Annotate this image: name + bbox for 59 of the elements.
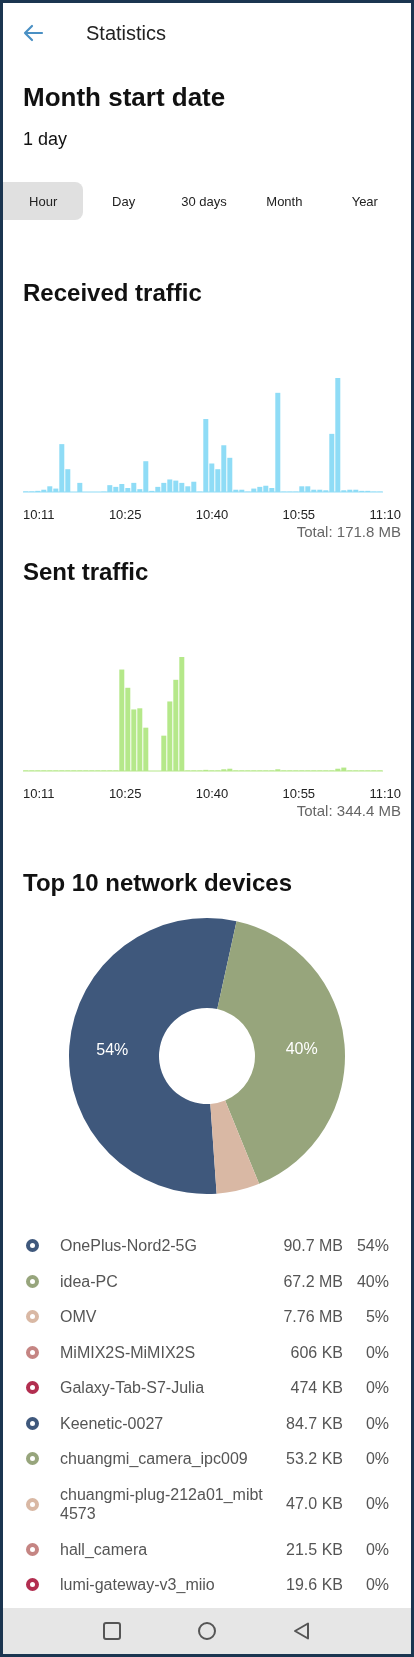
device-name: MiMIX2S-MiMIX2S xyxy=(60,1342,197,1362)
axis-label: 10:11 xyxy=(23,507,55,523)
slice-label: 40% xyxy=(285,1039,318,1057)
traffic-total: Total: 344.4 MB xyxy=(296,802,401,820)
section-title: Top 10 network devices xyxy=(23,868,292,898)
back-triangle-icon[interactable] xyxy=(292,1621,312,1641)
device-traffic: 47.0 KB xyxy=(285,1494,343,1514)
device-percent: 5% xyxy=(364,1307,389,1327)
period-tab[interactable]: Hour xyxy=(3,182,84,220)
device-percent: 0% xyxy=(364,1494,389,1514)
device-percent: 0% xyxy=(364,1575,389,1595)
device-percent: 0% xyxy=(364,1413,389,1433)
device-traffic: 474 KB xyxy=(289,1378,343,1398)
month-start-value[interactable]: 1 day xyxy=(23,127,68,151)
device-name: OMV xyxy=(60,1307,98,1327)
device-name: chuangmi_camera_ipc009 xyxy=(60,1449,249,1469)
device-name: chuangmi-plug-212a01_mibt4573 xyxy=(60,1484,264,1524)
chart-title: Sent traffic xyxy=(23,557,149,587)
period-tab[interactable]: Day xyxy=(83,182,164,220)
axis-label: 10:55 xyxy=(282,507,316,523)
device-traffic: 21.5 KB xyxy=(285,1539,343,1559)
device-traffic: 19.6 KB xyxy=(285,1575,343,1595)
device-name: hall_camera xyxy=(60,1539,149,1559)
device-percent: 0% xyxy=(364,1342,389,1362)
axis-label: 10:11 xyxy=(23,786,55,802)
device-percent: 0% xyxy=(364,1378,389,1398)
home-circle-icon[interactable] xyxy=(197,1621,217,1641)
period-tab[interactable]: 30 days xyxy=(163,182,245,220)
recents-square-icon[interactable] xyxy=(102,1621,122,1641)
period-tab[interactable]: Year xyxy=(324,182,405,220)
device-traffic: 53.2 KB xyxy=(285,1449,343,1469)
device-traffic: 606 KB xyxy=(289,1342,343,1362)
device-name: Galaxy-Tab-S7-Julia xyxy=(60,1378,206,1398)
device-traffic: 84.7 KB xyxy=(285,1413,343,1433)
axis-label: 11:10 xyxy=(369,786,401,802)
device-percent: 0% xyxy=(364,1539,389,1559)
axis-label: 10:40 xyxy=(195,507,229,523)
device-name: lumi-gateway-v3_miio xyxy=(60,1575,216,1595)
period-tab[interactable]: Month xyxy=(244,182,325,220)
device-name: Keenetic-0027 xyxy=(60,1413,165,1433)
screen-title: Statistics xyxy=(86,21,167,45)
axis-label: 10:40 xyxy=(195,786,229,802)
device-percent: 54% xyxy=(355,1236,389,1256)
axis-label: 10:25 xyxy=(108,507,142,523)
device-traffic: 90.7 MB xyxy=(282,1236,343,1256)
axis-label: 10:55 xyxy=(282,786,316,802)
device-traffic: 7.76 MB xyxy=(282,1307,343,1327)
device-name: OnePlus-Nord2-5G xyxy=(60,1236,198,1256)
section-title: Month start date xyxy=(23,81,226,113)
device-name: idea-PC xyxy=(60,1271,119,1291)
traffic-total: Total: 171.8 MB xyxy=(296,523,401,541)
slice-label: 54% xyxy=(96,1041,129,1059)
device-percent: 40% xyxy=(355,1271,389,1291)
axis-label: 10:25 xyxy=(108,786,142,802)
back-arrow-icon[interactable] xyxy=(22,24,44,42)
device-percent: 0% xyxy=(364,1449,389,1469)
device-traffic: 67.2 MB xyxy=(282,1271,343,1291)
axis-label: 11:10 xyxy=(369,507,401,523)
chart-title: Received traffic xyxy=(23,278,202,308)
